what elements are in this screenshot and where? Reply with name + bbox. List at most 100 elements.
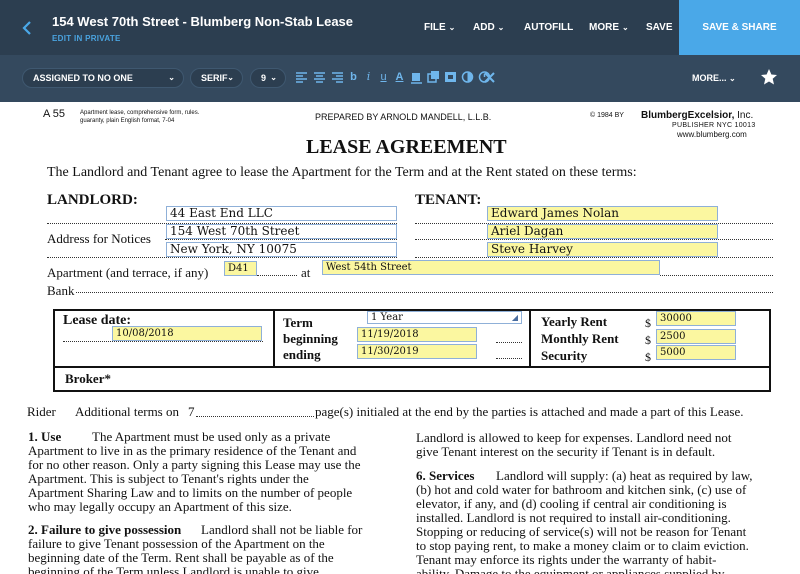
yearly-rent-field[interactable]: 30000 <box>656 311 736 326</box>
chevron-down-icon: ⌄ <box>448 23 456 32</box>
format-toolbar: ASSIGNED TO NO ONE ⌄ SERIF ⌄ 9 ⌄ b i u A MO… <box>0 55 800 102</box>
add-menu[interactable]: ADD ⌄ <box>473 22 504 33</box>
chevron-down-icon: ⌄ <box>729 74 736 83</box>
dotted-line <box>415 239 773 240</box>
at-label: at <box>301 265 311 280</box>
form-description-line2: guaranty, plain English format, 7-04 <box>80 118 175 124</box>
broker-label: Broker* <box>65 371 111 386</box>
more-menu[interactable]: MORE ⌄ <box>589 22 629 33</box>
lease-date-field[interactable]: 10/08/2018 <box>112 326 262 341</box>
landlord-address-line1-field[interactable]: 154 West 70th Street <box>166 224 397 239</box>
opacity-icon[interactable] <box>461 70 474 84</box>
paragraph-line: beginning of the Term unless Landlord is… <box>28 564 319 574</box>
rider-pages: 7 <box>188 404 195 419</box>
assignee-dropdown[interactable]: ASSIGNED TO NO ONE ⌄ <box>22 68 184 88</box>
chevron-down-icon: ⌄ <box>168 73 175 82</box>
more-options-dropdown[interactable]: MORE... ⌄ <box>692 73 736 83</box>
ending-label: ending <box>283 347 321 362</box>
add-menu-label: ADD <box>473 22 495 33</box>
monthly-rent-label: Monthly Rent <box>541 331 619 346</box>
dropdown-arrow-icon: ◢ <box>511 313 518 322</box>
security-label: Security <box>541 348 588 363</box>
dollar-sign: $ <box>645 350 651 364</box>
file-menu-label: FILE <box>424 22 446 33</box>
autofill-button[interactable]: AUTOFILL <box>524 22 573 33</box>
yearly-rent-label: Yearly Rent <box>541 314 608 329</box>
publisher-inc: Inc. <box>737 110 754 121</box>
dotted-line <box>496 358 522 359</box>
publisher-logo: BlumbergExcelsior, Inc. <box>641 110 753 121</box>
highlight-icon[interactable] <box>410 70 423 84</box>
dotted-line <box>496 342 522 343</box>
form-description-line1: Apartment lease, comprehensive form, rul… <box>80 110 200 116</box>
term-label: Term <box>283 315 313 330</box>
lease-document: A 55 Apartment lease, comprehensive form… <box>0 102 800 574</box>
box-divider <box>529 309 531 367</box>
italic-icon[interactable]: i <box>362 70 375 84</box>
landlord-address-line2-field[interactable]: New York, NY 10075 <box>166 242 397 257</box>
file-menu[interactable]: FILE ⌄ <box>424 22 455 33</box>
copy-icon[interactable] <box>427 70 440 84</box>
chevron-down-icon: ⌄ <box>497 23 505 32</box>
landlord-name-field[interactable]: 44 East End LLC <box>166 206 397 221</box>
align-left-icon[interactable] <box>295 70 308 84</box>
dollar-sign: $ <box>645 316 651 330</box>
rider-text-b: page(s) initialed at the end by the part… <box>315 404 744 419</box>
tenant2-field[interactable]: Ariel Dagan <box>487 224 718 239</box>
form-number: A 55 <box>43 108 66 120</box>
document-title: 154 West 70th Street - Blumberg Non-Stab… <box>52 14 354 29</box>
delete-icon[interactable] <box>483 70 496 84</box>
rider-text-a: Additional terms on <box>75 404 179 419</box>
dotted-line <box>47 257 397 258</box>
top-bar: 154 West 70th Street - Blumberg Non-Stab… <box>0 0 800 55</box>
font-family-dropdown[interactable]: SERIF ⌄ <box>190 68 243 88</box>
chevron-down-icon: ⌄ <box>227 73 234 82</box>
align-center-icon[interactable] <box>313 70 326 84</box>
paragraph-line: ability. Damage to the equipment or appl… <box>416 566 725 574</box>
apartment-label: Apartment (and terrace, if any) <box>47 265 209 280</box>
tenant1-field[interactable]: Edward James Nolan <box>487 206 718 221</box>
landlord-label: LANDLORD: <box>47 192 138 208</box>
edit-in-private-link[interactable]: EDIT IN PRIVATE <box>52 34 121 43</box>
back-arrow-icon[interactable] <box>18 18 36 38</box>
save-and-share-button[interactable]: SAVE & SHARE <box>679 0 800 55</box>
term-select[interactable]: 1 Year ◢ <box>367 311 522 324</box>
beginning-label: beginning <box>283 331 338 346</box>
chevron-down-icon: ⌄ <box>270 73 277 82</box>
dotted-line <box>415 257 773 258</box>
dotted-line <box>257 275 297 276</box>
document-heading: LEASE AGREEMENT <box>306 136 507 158</box>
underline-icon[interactable]: u <box>377 70 390 84</box>
assignee-value: ASSIGNED TO NO ONE <box>33 73 133 83</box>
star-icon[interactable] <box>760 68 778 86</box>
font-family-value: SERIF <box>201 73 228 83</box>
term-value: 1 Year <box>371 312 403 323</box>
intro-text: The Landlord and Tenant agree to lease t… <box>47 165 637 180</box>
duplicate-icon[interactable] <box>444 70 457 84</box>
paragraph-line: who may legally occupy an Apartment of t… <box>28 499 292 514</box>
save-button[interactable]: SAVE <box>646 22 673 33</box>
apartment-number-field[interactable]: D41 <box>224 261 257 276</box>
tenant-label: TENANT: <box>415 192 482 208</box>
dollar-sign: $ <box>645 333 651 347</box>
dotted-line <box>63 341 263 342</box>
dotted-line <box>165 239 397 240</box>
chevron-down-icon: ⌄ <box>622 23 629 32</box>
rider-label: Rider <box>27 404 56 419</box>
align-right-icon[interactable] <box>331 70 344 84</box>
publisher-city: PUBLISHER NYC 10013 <box>672 122 756 129</box>
security-field[interactable]: 5000 <box>656 345 736 360</box>
tenant3-field[interactable]: Steve Harvey <box>487 242 718 257</box>
more-options-label: MORE... <box>692 73 727 83</box>
bold-icon[interactable]: b <box>347 70 360 84</box>
ending-date-field[interactable]: 11/30/2019 <box>357 344 477 359</box>
bank-label: Bank <box>47 283 75 298</box>
apartment-street-field[interactable]: West 54th Street <box>322 260 660 275</box>
address-label: Address for Notices <box>47 231 151 246</box>
box-divider <box>53 366 771 368</box>
monthly-rent-field[interactable]: 2500 <box>656 329 736 344</box>
text-color-icon[interactable]: A <box>393 70 406 84</box>
beginning-date-field[interactable]: 11/19/2018 <box>357 327 477 342</box>
dotted-line <box>76 292 773 293</box>
font-size-dropdown[interactable]: 9 ⌄ <box>250 68 286 88</box>
